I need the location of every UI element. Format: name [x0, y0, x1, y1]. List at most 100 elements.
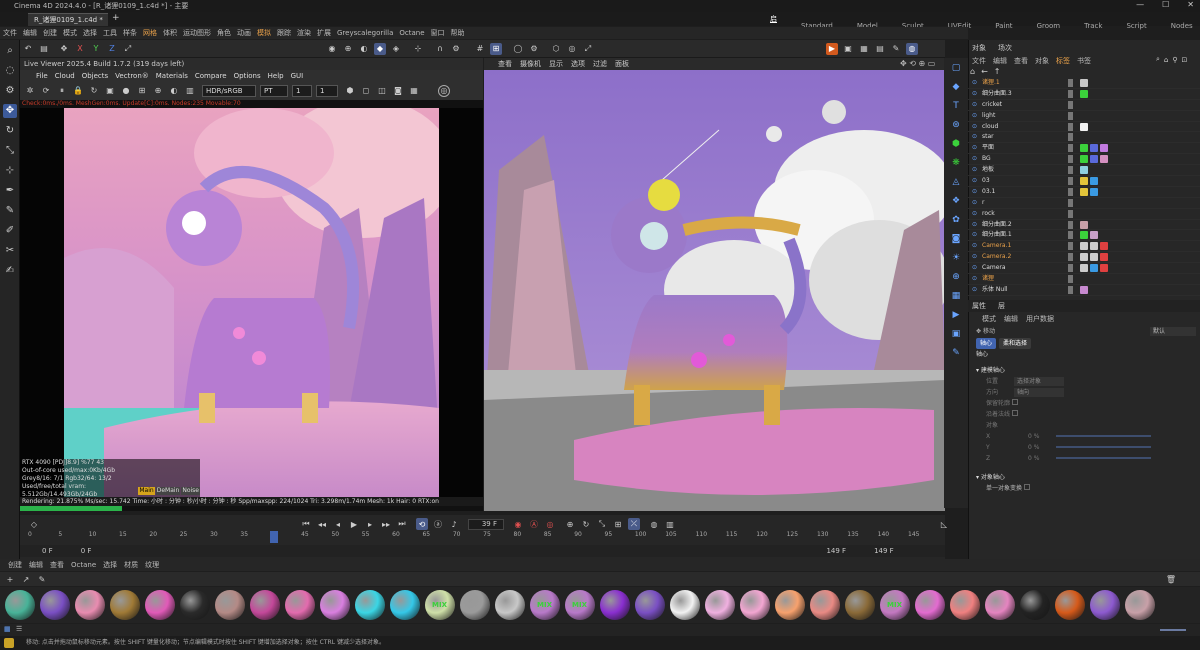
search-icon[interactable]: ⌕ [1156, 55, 1160, 64]
object-tag[interactable] [1090, 177, 1098, 186]
render-queue-icon[interactable]: ▤ [874, 43, 886, 55]
onion-icon[interactable]: ▥ [664, 518, 676, 530]
object-tag[interactable] [1080, 177, 1088, 186]
move-tool-icon[interactable]: ✥ [3, 104, 17, 118]
material-swatch[interactable] [319, 590, 350, 620]
visibility-dots[interactable] [1068, 166, 1073, 175]
new-tab-button[interactable]: + [112, 13, 120, 23]
tab-takes[interactable]: 场次 [998, 43, 1012, 53]
visibility-dots[interactable] [1068, 89, 1073, 98]
object-row[interactable]: ⊙ r [968, 198, 1200, 209]
menu-item[interactable]: 工具 [103, 28, 117, 38]
scale-key-icon[interactable]: ⤡ [596, 518, 608, 530]
viewport-menu-item[interactable]: 面板 [615, 59, 629, 69]
arrow-icon[interactable]: ↗ [20, 573, 32, 585]
layout-tab[interactable]: Paint [995, 19, 1012, 33]
object-tag[interactable] [1080, 166, 1088, 175]
polygon-pen-icon[interactable]: ✍ [3, 264, 17, 278]
menu-item[interactable]: 网格 [143, 28, 157, 38]
material-swatch[interactable] [39, 590, 70, 620]
visibility-dots[interactable] [1068, 155, 1073, 164]
rotate-tool-icon[interactable]: ↻ [3, 124, 17, 138]
settings-icon[interactable]: ✲ [24, 85, 36, 97]
layout-tab[interactable]: Groom [1037, 19, 1061, 33]
auto-key-icon[interactable]: Ⓐ [528, 518, 540, 530]
live-viewer-menu-item[interactable]: File [36, 72, 48, 80]
material-swatch[interactable] [634, 590, 665, 620]
object-row[interactable]: ⊙ Camera.2 [968, 252, 1200, 264]
value-field-2[interactable]: 1 [316, 84, 338, 97]
timeline-ruler[interactable]: 0510152025303540455055606570758085909510… [28, 531, 938, 543]
cube-icon[interactable]: ◆ [949, 82, 963, 96]
menu-item[interactable]: 渲染 [297, 28, 311, 38]
view-cube-icon[interactable]: ◎ [566, 43, 578, 55]
model-mode-icon[interactable]: ◆ [374, 42, 386, 55]
maximize-button[interactable]: ☐ [1162, 0, 1169, 9]
viewport-menu-item[interactable]: 过滤 [593, 59, 607, 69]
object-tag[interactable] [1080, 231, 1088, 240]
object-tag[interactable] [1100, 144, 1108, 153]
object-menu-item[interactable]: 标签 [1056, 56, 1070, 66]
fps-icon[interactable]: ⓐ [432, 518, 444, 530]
end-frame[interactable]: 149 F [874, 547, 894, 555]
object-tag[interactable] [1080, 144, 1088, 153]
menu-item[interactable]: 动画 [237, 28, 251, 38]
film-icon[interactable]: ▦ [949, 291, 963, 305]
single-object-checkbox[interactable] [1023, 484, 1030, 490]
menu-item[interactable]: 创建 [43, 28, 57, 38]
object-row[interactable]: ⊙ 诸狸 [968, 274, 1200, 285]
object-row[interactable]: ⊙ 乐体 Null [968, 285, 1200, 296]
lock-icon[interactable]: 🔒 [72, 85, 84, 97]
text-tool-icon[interactable]: T [949, 101, 963, 115]
undo-icon[interactable]: ↶ [22, 43, 34, 55]
menu-item[interactable]: 帮助 [451, 28, 465, 38]
close-button[interactable]: ✕ [1187, 0, 1194, 9]
layout-tab[interactable]: Script [1126, 19, 1146, 33]
edit-icon[interactable]: ✎ [949, 348, 963, 362]
live-viewer-menu-item[interactable]: Objects [82, 72, 108, 80]
live-viewer-menu-item[interactable]: GUI [291, 72, 304, 80]
menu-item[interactable]: 角色 [217, 28, 231, 38]
compare-icon[interactable]: ▥ [184, 85, 196, 97]
octane-icon[interactable]: ◍ [906, 42, 918, 55]
goto-end-icon[interactable]: ⏭ [396, 518, 408, 530]
visibility-dots[interactable] [1068, 253, 1073, 262]
material-swatch[interactable] [284, 590, 315, 620]
menu-item[interactable]: Greyscalegorilla [337, 29, 393, 37]
camera-icon[interactable]: ◙ [392, 85, 404, 97]
object-menu-item[interactable]: 文件 [972, 56, 986, 66]
eyedropper-icon[interactable]: ✎ [36, 573, 48, 585]
viewport-grid-icon[interactable]: # [474, 43, 486, 55]
viewport-menu-item[interactable]: 查看 [498, 59, 512, 69]
live-viewer-menu-item[interactable]: Cloud [55, 72, 75, 80]
object-row[interactable]: ⊙ light [968, 111, 1200, 122]
object-row[interactable]: ⊙ cricket [968, 100, 1200, 111]
material-swatch[interactable] [144, 590, 175, 620]
menu-item[interactable]: 文件 [3, 28, 17, 38]
preset-select[interactable]: 默认 [1150, 327, 1196, 336]
motion-clip-icon[interactable]: ◍ [648, 518, 660, 530]
pivot-position-field[interactable]: 选择对象 [1014, 377, 1064, 386]
settings-icon[interactable]: ⚙ [450, 43, 462, 55]
material-menu-item[interactable]: 查看 [50, 560, 64, 570]
noise-tag[interactable]: Noise [181, 487, 200, 495]
clay-icon[interactable]: ◐ [168, 85, 180, 97]
scale-tool-icon[interactable]: ⤡ [3, 144, 17, 158]
object-tag[interactable] [1080, 242, 1088, 251]
object-row[interactable]: ⊙ 平面 [968, 143, 1200, 155]
material-menu-item[interactable]: 纹理 [145, 560, 159, 570]
visibility-dots[interactable] [1068, 198, 1073, 207]
viewport-3d[interactable] [484, 70, 945, 511]
paint-icon[interactable]: ✎ [3, 204, 17, 218]
object-tag[interactable] [1090, 242, 1098, 251]
material-swatch[interactable] [494, 590, 525, 620]
channel-icon[interactable]: ◻ [360, 85, 372, 97]
live-select-icon[interactable]: ◌ [3, 64, 17, 78]
object-tag[interactable] [1080, 79, 1088, 87]
loop-icon[interactable]: ⟲ [416, 518, 428, 530]
object-row[interactable]: ⊙ 细分曲面.1 [968, 230, 1200, 242]
object-tag[interactable] [1080, 155, 1088, 164]
material-swatch[interactable] [984, 590, 1015, 620]
restart-render-icon[interactable]: ⟳ [40, 85, 52, 97]
render-picture-icon[interactable]: ▦ [858, 43, 870, 55]
